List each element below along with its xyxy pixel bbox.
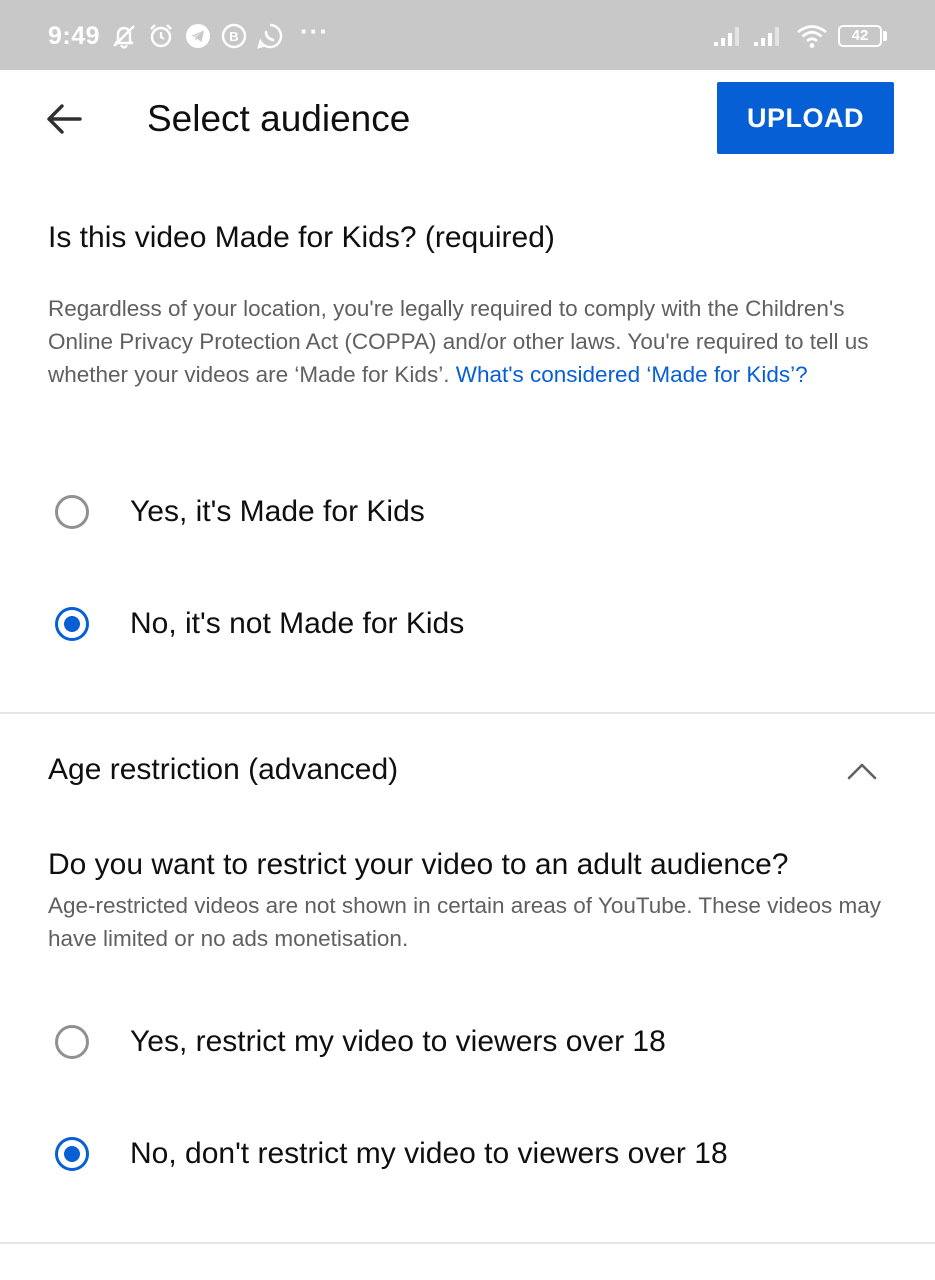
alarm-icon xyxy=(150,24,172,48)
battery-icon: 42 xyxy=(838,25,882,47)
age-restriction-heading[interactable]: Age restriction (advanced) xyxy=(48,753,398,787)
made-for-kids-description: Regardless of your location, you're lega… xyxy=(48,292,893,391)
svg-text:B: B xyxy=(229,29,238,44)
collapse-toggle[interactable] xyxy=(840,752,884,788)
age-restriction-description: Age-restricted videos are not shown in c… xyxy=(48,893,881,951)
radio-option-made-for-kids-no[interactable]: No, it's not Made for Kids xyxy=(48,590,893,660)
back-button[interactable] xyxy=(40,94,90,144)
status-time: 9:49 xyxy=(48,22,101,50)
muted-bell-icon xyxy=(113,25,135,49)
radio-button[interactable] xyxy=(55,495,89,529)
radio-label: Yes, restrict my video to viewers over 1… xyxy=(130,1025,666,1058)
more-dots-icon: ··· xyxy=(300,16,329,46)
radio-option-restrict-no[interactable]: No, don't restrict my video to viewers o… xyxy=(48,1120,893,1190)
radio-option-restrict-yes[interactable]: Yes, restrict my video to viewers over 1… xyxy=(48,1008,893,1078)
upload-button[interactable]: UPLOAD xyxy=(717,82,894,154)
b-badge-icon: B xyxy=(221,23,247,49)
whatsapp-icon xyxy=(257,23,283,49)
signal-icon xyxy=(714,27,739,46)
battery-level: 42 xyxy=(851,27,869,44)
section-divider xyxy=(0,1242,935,1244)
radio-option-made-for-kids-yes[interactable]: Yes, it's Made for Kids xyxy=(48,478,893,548)
radio-label: No, it's not Made for Kids xyxy=(130,607,465,640)
status-bar: 9:49 B ··· 42 xyxy=(0,0,935,70)
radio-button[interactable] xyxy=(55,1025,89,1059)
signal-icon xyxy=(754,27,779,46)
radio-button-selected[interactable] xyxy=(55,1137,89,1171)
adult-audience-question: Do you want to restrict your video to an… xyxy=(48,848,789,881)
page-title: Select audience xyxy=(147,98,411,139)
section-divider xyxy=(0,712,935,714)
radio-label: Yes, it's Made for Kids xyxy=(130,495,425,528)
radio-button-selected[interactable] xyxy=(55,607,89,641)
arrow-left-icon xyxy=(47,104,82,134)
chevron-up-icon xyxy=(847,763,877,780)
wifi-icon xyxy=(797,25,827,48)
radio-label: No, don't restrict my video to viewers o… xyxy=(130,1137,728,1170)
made-for-kids-heading: Is this video Made for Kids? (required) xyxy=(48,221,555,254)
battery-nub xyxy=(883,31,887,41)
made-for-kids-info-link[interactable]: What's considered ‘Made for Kids’? xyxy=(456,362,808,387)
telegram-icon xyxy=(186,24,210,48)
